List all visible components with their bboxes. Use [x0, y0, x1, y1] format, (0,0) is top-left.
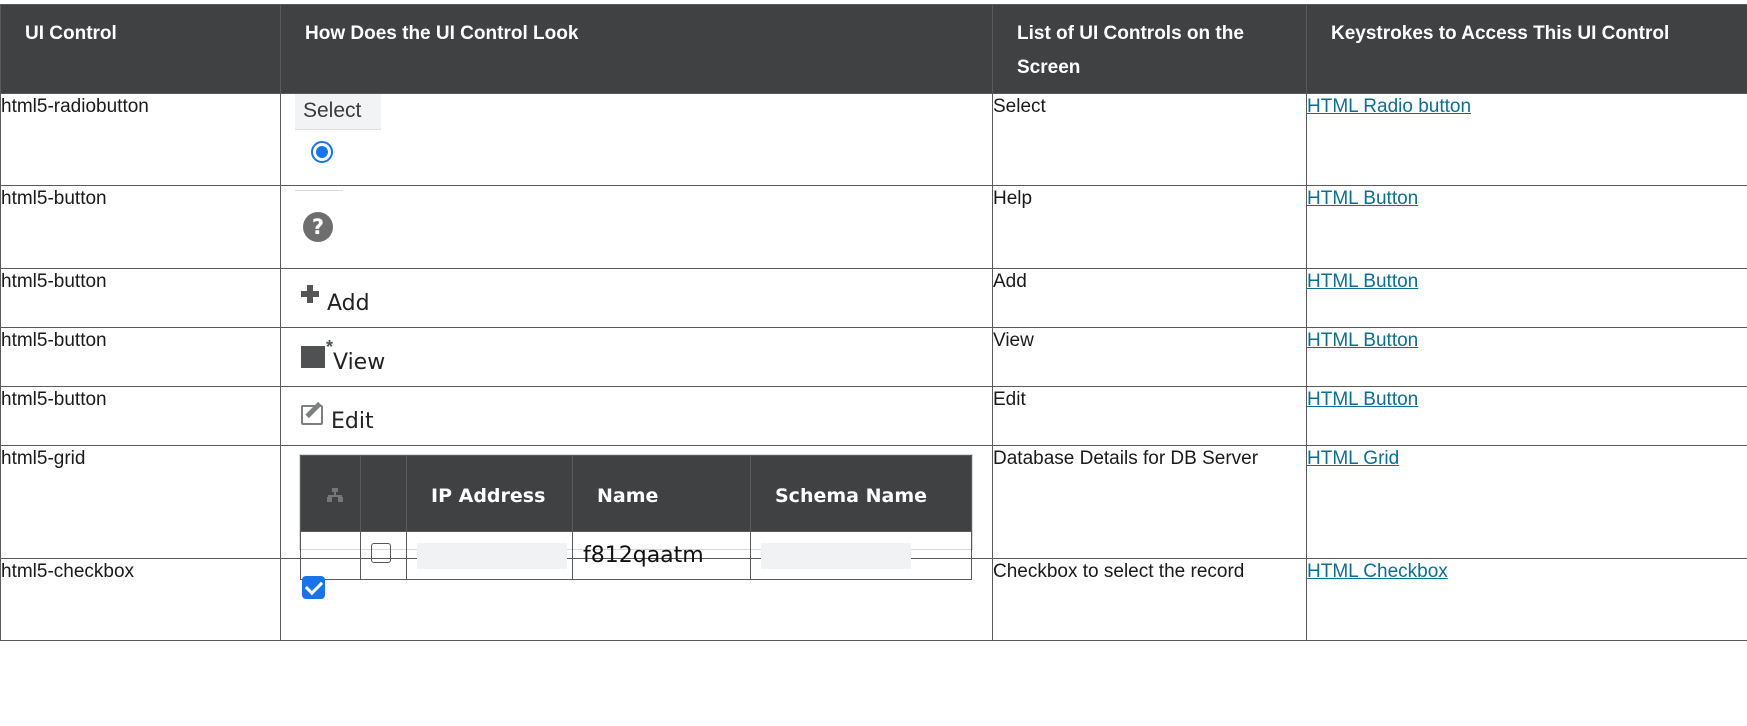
divider [295, 190, 343, 191]
table-row: html5-button View View HTML Button [0, 327, 1747, 387]
header-list: List of UI Controls on the Screen [992, 4, 1307, 94]
control-look: ? [280, 185, 993, 269]
control-list: View [992, 327, 1307, 387]
table-row: html5-button ? Help HTML Button [0, 185, 1747, 269]
control-name: html5-radiobutton [0, 93, 281, 186]
header-look: How Does the UI Control Look [280, 4, 993, 94]
control-link-cell: HTML Checkbox [1306, 558, 1747, 641]
control-look: Add [280, 268, 993, 328]
control-look: Select [280, 93, 993, 186]
control-link-cell: HTML Button [1306, 185, 1747, 269]
control-look: View [280, 327, 993, 387]
plus-icon [301, 285, 319, 303]
control-link-cell: HTML Button [1306, 386, 1747, 446]
html-button-link[interactable]: HTML Button [1307, 330, 1418, 351]
control-list: Help [992, 185, 1307, 269]
edit-icon [301, 405, 323, 425]
table-row: html5-button Edit Edit HTML Button [0, 386, 1747, 446]
control-look: IP Address Name Schema Name f812qaatm [280, 445, 993, 580]
html-button-link[interactable]: HTML Button [1307, 271, 1418, 292]
control-list: Checkbox to select the record [992, 558, 1307, 641]
table-row: html5-radiobutton Select Select HTML Rad… [0, 93, 1747, 186]
hierarchy-icon [327, 487, 343, 502]
html-checkbox-link[interactable]: HTML Checkbox [1307, 561, 1448, 582]
control-name: html5-grid [0, 445, 281, 559]
header-row: UI Control How Does the UI Control Look … [0, 4, 1747, 94]
view-button[interactable]: View [301, 336, 385, 376]
sample-grid: IP Address Name Schema Name f812qaatm [299, 454, 973, 580]
table-row: html5-grid IP Address Name Schema Name f… [0, 445, 1747, 580]
view-icon [301, 337, 333, 368]
grid-header-name[interactable]: Name [572, 455, 751, 532]
select-column-header [360, 455, 407, 532]
grid-header-ip-address[interactable]: IP Address [406, 455, 573, 532]
grid-header-schema-name[interactable]: Schema Name [750, 455, 972, 532]
control-list: Select [992, 93, 1307, 186]
hierarchy-column-header[interactable] [300, 455, 361, 532]
control-link-cell: HTML Button [1306, 327, 1747, 387]
add-button-label: Add [327, 291, 370, 316]
header-keystrokes: Keystrokes to Access This UI Control [1306, 4, 1747, 94]
edit-button-label: Edit [331, 409, 374, 434]
control-list: Add [992, 268, 1307, 328]
control-list: Edit [992, 386, 1307, 446]
html-button-link[interactable]: HTML Button [1307, 188, 1418, 209]
control-link-cell: HTML Grid [1306, 445, 1747, 559]
table-row: html5-checkbox Checkbox to select the re… [0, 558, 1747, 641]
control-list: Database Details for DB Server [992, 445, 1307, 559]
ui-controls-table: UI Control How Does the UI Control Look … [0, 4, 1747, 641]
grid-header-row: IP Address Name Schema Name [300, 455, 972, 532]
html-radio-button-link[interactable]: HTML Radio button [1307, 96, 1471, 117]
control-look [280, 558, 993, 641]
help-icon[interactable]: ? [303, 212, 333, 242]
add-button[interactable]: Add [301, 277, 370, 317]
radio-selected-icon[interactable] [311, 141, 333, 163]
select-column-label: Select [295, 94, 381, 130]
control-name: html5-checkbox [0, 558, 281, 641]
control-look: Edit [280, 386, 993, 446]
checkbox-checked-icon[interactable] [302, 576, 325, 599]
html-grid-link[interactable]: HTML Grid [1307, 448, 1399, 469]
control-name: html5-button [0, 386, 281, 446]
control-name: html5-button [0, 327, 281, 387]
header-ui-control: UI Control [0, 4, 281, 94]
control-name: html5-button [0, 185, 281, 269]
control-name: html5-button [0, 268, 281, 328]
edit-button[interactable]: Edit [301, 395, 374, 435]
view-button-label: View [333, 350, 386, 375]
table-row: html5-button Add Add HTML Button [0, 268, 1747, 328]
control-link-cell: HTML Radio button [1306, 93, 1747, 186]
control-link-cell: HTML Button [1306, 268, 1747, 328]
html-button-link[interactable]: HTML Button [1307, 389, 1418, 410]
